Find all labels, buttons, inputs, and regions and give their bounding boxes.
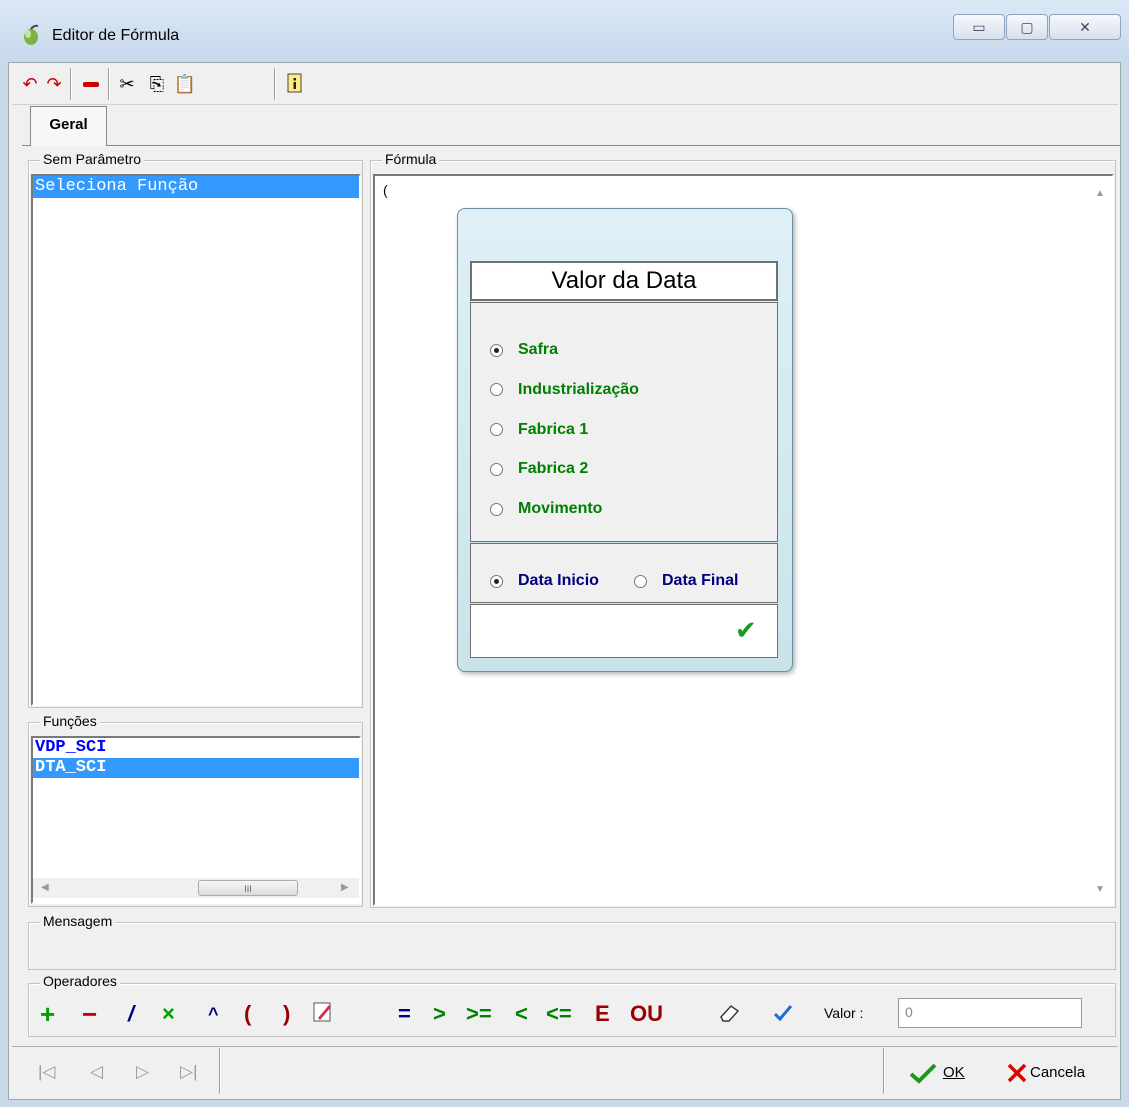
scroll-thumb-grip: III [244, 884, 252, 894]
option-label[interactable]: Movimento [518, 500, 602, 518]
ok-button[interactable]: OK [900, 1052, 984, 1092]
scroll-thumb[interactable]: III [198, 880, 298, 896]
option-label[interactable]: Safra [518, 341, 558, 359]
plus-operator[interactable]: + [40, 1001, 55, 1027]
open-paren-operator[interactable]: ( [244, 1002, 251, 1026]
maximize-button[interactable]: ▢ [1006, 14, 1048, 40]
option-label[interactable]: Fabrica 2 [518, 460, 588, 478]
minimize-icon: ▭ [972, 19, 986, 35]
date-options: Data Inicio Data Final [470, 543, 778, 603]
and-operator[interactable]: E [595, 1002, 610, 1026]
prev-record-icon[interactable]: ◁ [90, 1062, 103, 1082]
equals-operator[interactable]: = [398, 1002, 411, 1026]
confirm-check-icon[interactable]: ✔ [735, 615, 757, 646]
cancel-label: Cancela [1030, 1064, 1086, 1081]
toolbar-separator [108, 68, 110, 100]
cut-icon[interactable]: ✂ [114, 70, 140, 98]
funcoes-hscrollbar[interactable]: ◀ III ▶ [33, 878, 359, 898]
radio-data-final[interactable] [634, 575, 647, 588]
list-item[interactable]: VDP_SCI [33, 738, 359, 758]
radio-fabrica-1[interactable] [490, 423, 503, 436]
edit-pencil-icon[interactable] [312, 1000, 334, 1024]
greater-equal-operator[interactable]: >= [466, 1002, 492, 1026]
next-record-icon[interactable]: ▷ [136, 1062, 149, 1082]
dialog-footer: ✔ [470, 604, 778, 658]
option-label[interactable]: Data Final [662, 572, 738, 590]
app-icon [24, 24, 39, 45]
tab-geral[interactable]: Geral [30, 106, 107, 146]
footer-separator [883, 1048, 885, 1094]
maximize-icon: ▢ [1020, 19, 1034, 35]
scroll-up-icon[interactable]: ▲ [1095, 188, 1105, 199]
sem-parametro-legend: Sem Parâmetro [40, 151, 145, 167]
ok-check-icon [909, 1063, 937, 1084]
last-record-icon[interactable]: ▷| [180, 1062, 198, 1082]
mensagem-legend: Mensagem [40, 913, 116, 929]
window-controls: ▭ ▢ ✕ [953, 14, 1124, 42]
cancel-button[interactable]: Cancela [1000, 1052, 1112, 1092]
scroll-right-icon[interactable]: ▶ [341, 882, 349, 893]
less-operator[interactable]: < [515, 1002, 528, 1026]
info-icon[interactable] [282, 70, 308, 98]
close-paren-operator[interactable]: ) [283, 1002, 290, 1026]
sem-parametro-list[interactable]: Seleciona Função [31, 174, 361, 706]
dialog-title-box: Valor da Data [470, 261, 778, 301]
valor-value: 0 [905, 1004, 913, 1020]
radio-movimento[interactable] [490, 503, 503, 516]
eraser-icon[interactable] [718, 1003, 742, 1023]
option-label[interactable]: Industrialização [518, 381, 639, 399]
radio-data-inicio[interactable] [490, 575, 503, 588]
minus-operator[interactable]: − [82, 1001, 97, 1027]
mensagem-group [28, 922, 1116, 970]
option-label[interactable]: Data Inicio [518, 572, 599, 590]
radio-safra[interactable] [490, 344, 503, 357]
power-operator[interactable]: ^ [208, 1002, 219, 1026]
window-title: Editor de Fórmula [52, 27, 180, 44]
copy-icon[interactable]: ⎘ [144, 70, 170, 98]
radio-industrializacao[interactable] [490, 383, 503, 396]
multiply-operator[interactable]: × [162, 1002, 175, 1026]
funcoes-legend: Funções [40, 713, 100, 729]
scroll-down-icon[interactable]: ▼ [1095, 884, 1105, 895]
ok-label: OK [943, 1064, 965, 1081]
tab-label: Geral [49, 116, 88, 133]
redo-icon[interactable]: ↷ [42, 70, 66, 98]
option-label[interactable]: Fabrica 1 [518, 421, 588, 439]
list-item[interactable]: Seleciona Função [33, 176, 359, 198]
radio-fabrica-2[interactable] [490, 463, 503, 476]
dialog-title: Valor da Data [551, 267, 697, 294]
operadores-legend: Operadores [40, 973, 120, 989]
list-item[interactable]: DTA_SCI [33, 758, 359, 778]
data-type-options: Safra Industrialização Fabrica 1 Fabrica… [470, 302, 778, 542]
cancel-x-icon [1007, 1063, 1027, 1083]
apply-check-icon[interactable] [772, 1003, 794, 1023]
minimize-button[interactable]: ▭ [953, 14, 1005, 40]
valor-input[interactable]: 0 [898, 998, 1082, 1028]
undo-icon[interactable]: ↶ [18, 70, 42, 98]
remove-icon[interactable] [76, 70, 106, 98]
footer-separator [219, 1048, 221, 1094]
toolbar: ↶ ↷ ✂ ⎘ 📋 [12, 64, 1118, 105]
or-operator[interactable]: OU [630, 1002, 663, 1026]
first-record-icon[interactable]: |◁ [38, 1062, 56, 1082]
close-button[interactable]: ✕ [1049, 14, 1121, 40]
less-equal-operator[interactable]: <= [546, 1002, 572, 1026]
paste-icon[interactable]: 📋 [172, 70, 198, 98]
toolbar-separator [274, 68, 276, 100]
close-icon: ✕ [1079, 19, 1091, 35]
toolbar-separator [70, 68, 72, 100]
valor-label: Valor : [824, 1005, 864, 1021]
scroll-left-icon[interactable]: ◀ [41, 882, 49, 893]
greater-operator[interactable]: > [433, 1002, 446, 1026]
formula-text: ( [383, 182, 388, 198]
formula-legend: Fórmula [382, 151, 440, 167]
divide-operator[interactable]: / [128, 1002, 134, 1026]
